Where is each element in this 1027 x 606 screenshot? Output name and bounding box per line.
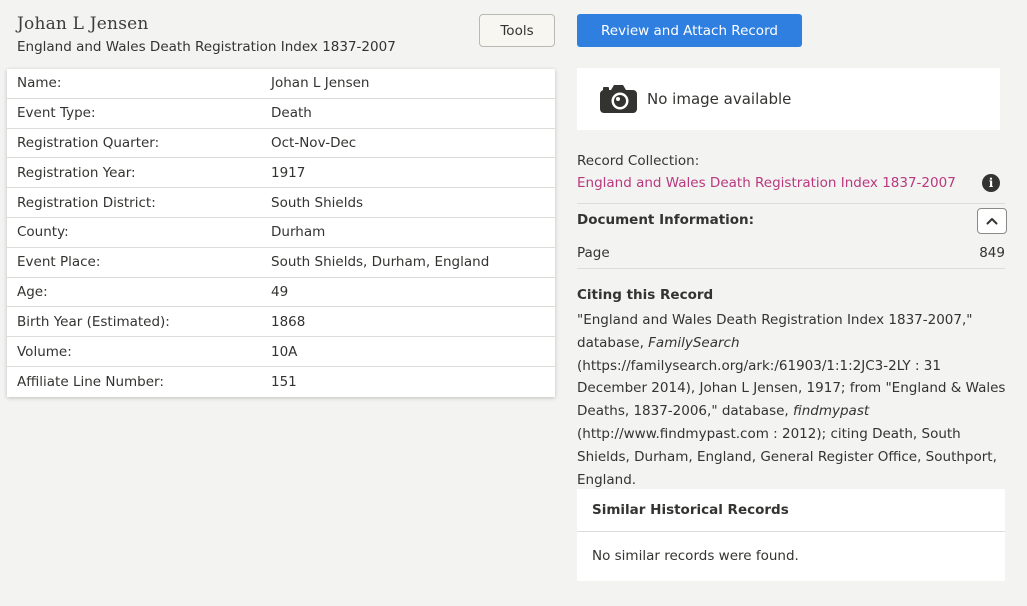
citation-source-familysearch: FamilySearch xyxy=(648,334,740,351)
table-row: Name: Johan L Jensen xyxy=(7,69,555,99)
page-label: Page xyxy=(577,245,610,261)
field-value: Death xyxy=(271,105,312,122)
field-label: Registration District: xyxy=(17,194,156,211)
field-label: Volume: xyxy=(17,343,72,360)
field-value: 1917 xyxy=(271,164,306,181)
citation-text: "England and Wales Death Registration In… xyxy=(577,309,1007,491)
divider xyxy=(577,203,1005,204)
similar-records-panel: Similar Historical Records No similar re… xyxy=(577,489,1005,581)
field-label: County: xyxy=(17,224,69,241)
page-value: 849 xyxy=(979,245,1005,261)
info-icon[interactable]: i xyxy=(982,174,1000,192)
field-label: Birth Year (Estimated): xyxy=(17,313,170,330)
table-row: Registration Year: 1917 xyxy=(7,158,555,189)
field-label: Registration Year: xyxy=(17,164,136,181)
table-row: Registration District: South Shields xyxy=(7,188,555,218)
table-row: Registration Quarter: Oct-Nov-Dec xyxy=(7,129,555,159)
similar-records-title: Similar Historical Records xyxy=(577,489,1005,532)
field-value: South Shields xyxy=(271,194,364,211)
field-value: 151 xyxy=(271,373,297,390)
divider xyxy=(577,268,1005,269)
table-row: Volume: 10A xyxy=(7,337,555,367)
field-label: Registration Quarter: xyxy=(17,134,160,151)
no-image-panel: No image available xyxy=(577,68,1000,130)
field-value: Oct-Nov-Dec xyxy=(271,134,357,151)
citation-part: (http://www.findmypast.com : 2012); citi… xyxy=(577,425,997,488)
collapse-document-info-button[interactable] xyxy=(977,208,1007,234)
field-label: Event Place: xyxy=(17,254,101,271)
document-info-title: Document Information: xyxy=(577,212,755,228)
field-label: Name: xyxy=(17,75,62,92)
no-image-text: No image available xyxy=(647,90,792,108)
table-row: Birth Year (Estimated): 1868 xyxy=(7,307,555,338)
table-row: Age: 49 xyxy=(7,278,555,308)
citation-part: (https://familysearch.org/ark:/61903/1:1… xyxy=(577,357,1006,420)
record-collection-link[interactable]: England and Wales Death Registration Ind… xyxy=(577,175,956,191)
table-row: Event Place: South Shields, Durham, Engl… xyxy=(7,248,555,278)
citation-source-findmypast: findmypast xyxy=(793,403,870,420)
field-value: 1868 xyxy=(271,313,306,330)
field-value: Durham xyxy=(271,224,326,241)
record-details-table: Name: Johan L Jensen Event Type: Death R… xyxy=(7,69,555,397)
person-name: Johan L Jensen xyxy=(17,14,149,34)
camera-icon xyxy=(600,85,637,113)
field-value: 49 xyxy=(271,283,289,300)
table-row: Affiliate Line Number: 151 xyxy=(7,367,555,397)
field-value: Johan L Jensen xyxy=(271,75,370,92)
field-label: Age: xyxy=(17,283,48,300)
citation-part: "England and Wales Death Registration In… xyxy=(577,312,973,351)
field-label: Affiliate Line Number: xyxy=(17,373,164,390)
collection-subtitle: England and Wales Death Registration Ind… xyxy=(17,39,396,55)
chevron-up-icon xyxy=(986,218,998,225)
citing-title: Citing this Record xyxy=(577,287,714,303)
tools-button[interactable]: Tools xyxy=(479,14,555,47)
field-label: Event Type: xyxy=(17,105,96,122)
table-row: Event Type: Death xyxy=(7,99,555,129)
record-collection-label: Record Collection: xyxy=(577,153,700,169)
table-row: County: Durham xyxy=(7,218,555,248)
review-attach-button[interactable]: Review and Attach Record xyxy=(577,14,802,47)
similar-records-empty: No similar records were found. xyxy=(592,548,799,564)
field-value: 10A xyxy=(271,343,298,360)
field-value: South Shields, Durham, England xyxy=(271,254,490,271)
